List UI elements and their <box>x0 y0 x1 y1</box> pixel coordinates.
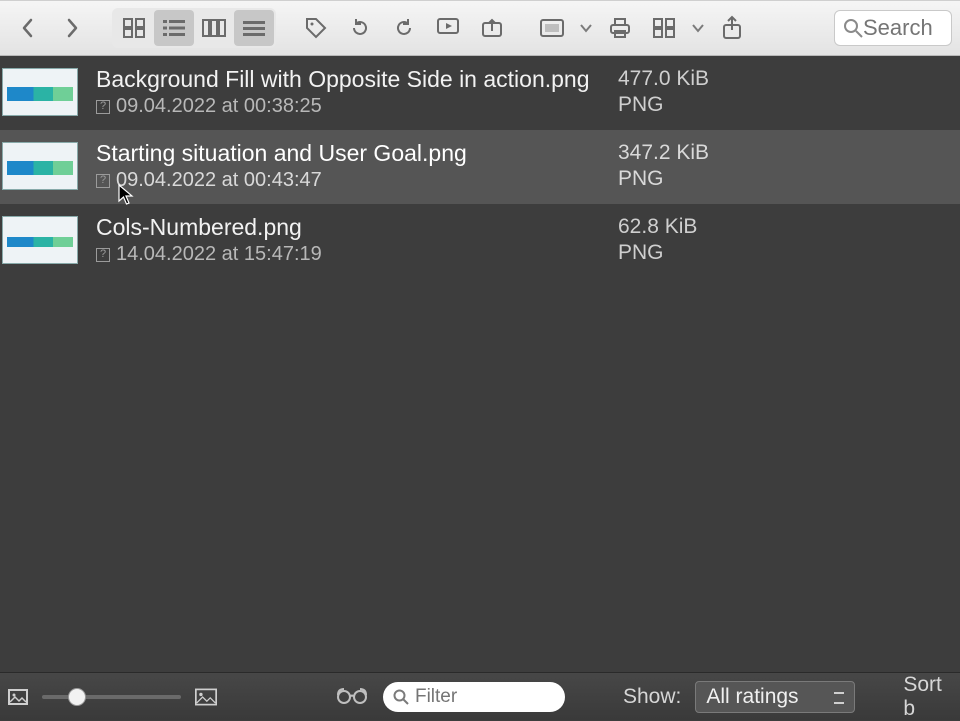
share-button[interactable] <box>712 8 752 48</box>
share-icon <box>721 15 743 41</box>
chevron-down-icon <box>691 21 705 35</box>
ratings-select[interactable]: All ratings <box>695 681 855 713</box>
quicklook-dropdown[interactable] <box>576 21 596 35</box>
file-row[interactable]: Cols-Numbered.png ? 14.04.2022 at 15:47:… <box>0 204 960 278</box>
back-button[interactable] <box>8 8 48 48</box>
picture-small-icon <box>8 689 28 705</box>
file-thumbnail <box>2 142 78 190</box>
filter-field[interactable] <box>383 682 565 712</box>
quicklook-icon <box>539 18 565 38</box>
gallery-list-icon <box>242 19 266 37</box>
file-list: Background Fill with Opposite Side in ac… <box>0 56 960 278</box>
metadata-missing-icon: ? <box>96 100 110 114</box>
slideshow-button[interactable] <box>428 8 468 48</box>
forward-button[interactable] <box>52 8 92 48</box>
view-mode-group <box>112 8 276 48</box>
search-input[interactable] <box>863 15 943 41</box>
tag-button[interactable] <box>296 8 336 48</box>
arrange-button[interactable] <box>644 8 684 48</box>
view-icon-grid-button[interactable] <box>114 10 154 46</box>
thumbnail-small-icon[interactable] <box>8 686 28 708</box>
sort-label: Sort b <box>903 673 952 721</box>
file-size: 347.2 KiB <box>618 141 948 165</box>
metadata-missing-icon: ? <box>96 174 110 188</box>
file-row[interactable]: Background Fill with Opposite Side in ac… <box>0 56 960 130</box>
rotate-left-button[interactable] <box>340 8 380 48</box>
chevron-down-icon <box>579 21 593 35</box>
grid-icon <box>123 18 145 38</box>
file-size: 62.8 KiB <box>618 215 948 239</box>
file-date: 09.04.2022 at 00:43:47 <box>116 169 322 192</box>
arrange-dropdown[interactable] <box>688 21 708 35</box>
file-type: PNG <box>618 167 948 191</box>
rotate-right-icon <box>392 16 416 40</box>
file-name: Cols-Numbered.png <box>96 214 600 241</box>
list-icon <box>162 19 186 37</box>
chevron-right-icon <box>63 17 81 39</box>
preview-mode-icon[interactable] <box>335 681 369 712</box>
slideshow-icon <box>436 17 460 39</box>
filter-input[interactable] <box>415 686 555 708</box>
file-date: 14.04.2022 at 15:47:19 <box>116 243 322 266</box>
print-button[interactable] <box>600 8 640 48</box>
glasses-icon <box>335 685 369 705</box>
tag-icon <box>304 16 328 40</box>
file-name: Background Fill with Opposite Side in ac… <box>96 66 600 93</box>
picture-large-icon <box>195 687 217 707</box>
file-date: 09.04.2022 at 00:38:25 <box>116 95 322 118</box>
ratings-select-value: All ratings <box>706 685 798 709</box>
file-thumbnail <box>2 68 78 116</box>
arrange-icon <box>653 18 675 38</box>
rotate-right-button[interactable] <box>384 8 424 48</box>
bottom-toolbar: Show: All ratings Sort b <box>0 672 960 720</box>
columns-icon <box>202 19 226 37</box>
zoom-slider[interactable] <box>42 695 181 699</box>
search-icon <box>843 18 863 38</box>
file-row[interactable]: Starting situation and User Goal.png ? 0… <box>0 130 960 204</box>
file-type: PNG <box>618 241 948 265</box>
rotate-left-icon <box>348 16 372 40</box>
show-label: Show: <box>623 685 681 709</box>
metadata-missing-icon: ? <box>96 248 110 262</box>
zoom-slider-knob[interactable] <box>68 688 86 706</box>
file-name: Starting situation and User Goal.png <box>96 140 600 167</box>
open-button[interactable] <box>472 8 512 48</box>
view-list-button[interactable] <box>154 10 194 46</box>
chevron-left-icon <box>19 17 37 39</box>
search-field[interactable] <box>834 10 952 46</box>
thumbnail-large-icon[interactable] <box>195 686 217 708</box>
search-icon <box>393 689 409 705</box>
file-thumbnail <box>2 216 78 264</box>
printer-icon <box>607 17 633 39</box>
view-columns-button[interactable] <box>194 10 234 46</box>
open-icon <box>480 17 504 39</box>
file-size: 477.0 KiB <box>618 67 948 91</box>
quicklook-button[interactable] <box>532 8 572 48</box>
top-toolbar <box>0 0 960 56</box>
view-gallery-button[interactable] <box>234 10 274 46</box>
file-type: PNG <box>618 93 948 117</box>
